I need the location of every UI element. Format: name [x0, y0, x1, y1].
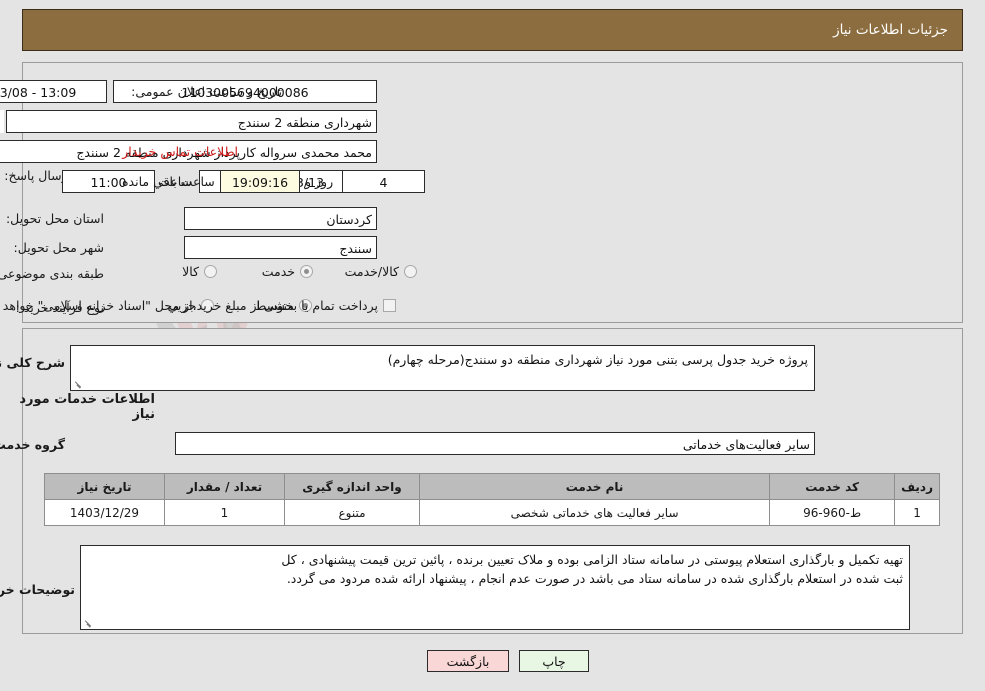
cell-row-no: 1	[894, 499, 940, 526]
th-service-name: نام خدمت	[418, 473, 771, 500]
radio-label-khedmat: خدمت	[261, 264, 295, 279]
radio-icon-khedmat	[300, 265, 313, 278]
heading-services: اطلاعات خدمات مورد نیاز	[19, 392, 155, 422]
print-button[interactable]: چاپ	[519, 650, 589, 672]
radio-label-kala: کالا	[182, 264, 199, 279]
cell-unit: متنوع	[284, 499, 420, 526]
radio-icon-kala	[204, 265, 217, 278]
buyer-notes-line2: ثبت شده در استعلام بارگذاری شده در سامان…	[286, 571, 903, 586]
textarea-general-desc-text: پروژه خرید جدول پرسی بتنی مورد نیاز شهرد…	[387, 352, 808, 367]
radio-category-kala-khedmat[interactable]: کالا/خدمت	[345, 264, 417, 279]
checkbox-label-treasury: پرداخت تمام یا بخشی از مبلغ خرید،از محل …	[0, 298, 378, 313]
th-row-no: ردیف	[894, 473, 940, 500]
label-countdown: ساعت باقي مانده	[122, 174, 215, 189]
field-countdown-timer: 19:09:16	[220, 170, 300, 193]
th-need-date: تاریخ نیاز	[44, 473, 165, 500]
resize-grip-icon-notes[interactable]	[83, 618, 93, 628]
field-city[interactable]: سنندج	[184, 236, 377, 259]
cell-service-name: سایر فعالیت های خدماتی شخصی	[418, 499, 771, 526]
radio-category-khedmat[interactable]: خدمت	[262, 264, 313, 279]
table-header-row: ردیف کد خدمت نام خدمت واحد اندازه گیری ت…	[44, 473, 940, 500]
cell-quantity: 1	[164, 499, 285, 526]
field-province[interactable]: کردستان	[184, 207, 377, 230]
checkbox-icon-treasury	[383, 299, 396, 312]
label-category: طبقه بندی موضوعی:	[0, 266, 104, 281]
label-service-group: گروه خدمت:	[0, 437, 65, 452]
textarea-general-desc[interactable]: پروژه خرید جدول پرسی بتنی مورد نیاز شهرد…	[70, 345, 815, 391]
textarea-buyer-notes[interactable]: تهیه تکمیل و بارگذاری استعلام پیوستی در …	[80, 545, 910, 630]
resize-grip-icon[interactable]	[73, 379, 83, 389]
radio-label-kala-khedmat: کالا/خدمت	[344, 264, 399, 279]
label-days-remaining: روز و	[305, 174, 334, 189]
field-service-group[interactable]: سایر فعالیت‌های خدماتی	[175, 432, 815, 455]
th-quantity: تعداد / مقدار	[164, 473, 285, 500]
buyer-notes-line1: تهیه تکمیل و بارگذاری استعلام پیوستی در …	[281, 552, 903, 567]
field-buyer-org[interactable]: شهرداری منطقه 2 سنندج	[6, 110, 377, 133]
cell-need-date: 1403/12/29	[44, 499, 165, 526]
page-root: AriaTender.net جزئیات اطلاعات نیاز شماره…	[0, 0, 985, 691]
cell-service-code: ط-960-96	[769, 499, 896, 526]
table-row[interactable]: 1 ط-960-96 سایر فعالیت های خدماتی شخصی م…	[44, 499, 940, 526]
label-buyer-notes: توضیحات خریدار:	[0, 582, 75, 597]
services-table: ردیف کد خدمت نام خدمت واحد اندازه گیری ت…	[44, 473, 940, 526]
page-title: جزئیات اطلاعات نیاز	[833, 22, 948, 38]
radio-category-kala[interactable]: کالا	[182, 264, 217, 279]
checkbox-treasury-docs[interactable]: پرداخت تمام یا بخشی از مبلغ خرید،از محل …	[0, 298, 396, 313]
field-days-remaining[interactable]: 4	[342, 170, 425, 193]
buyer-contact-link[interactable]: اطلاعات تماس خریدار	[122, 144, 238, 159]
field-spacer	[0, 110, 4, 133]
th-unit: واحد اندازه گیری	[284, 473, 420, 500]
radio-icon-kala-khedmat	[404, 265, 417, 278]
label-city: شهر محل تحویل:	[13, 240, 104, 255]
page-title-bar: جزئیات اطلاعات نیاز	[22, 9, 963, 51]
th-service-code: کد خدمت	[769, 473, 896, 500]
back-button[interactable]: بازگشت	[427, 650, 509, 672]
label-province: استان محل تحویل:	[5, 211, 104, 226]
field-public-announce[interactable]: 13:09 - 1403/03/08	[0, 80, 107, 103]
label-general-desc: شرح کلی نیاز:	[0, 355, 65, 370]
label-public-announce: تاریخ و ساعت اعلان عمومی:	[131, 84, 282, 99]
